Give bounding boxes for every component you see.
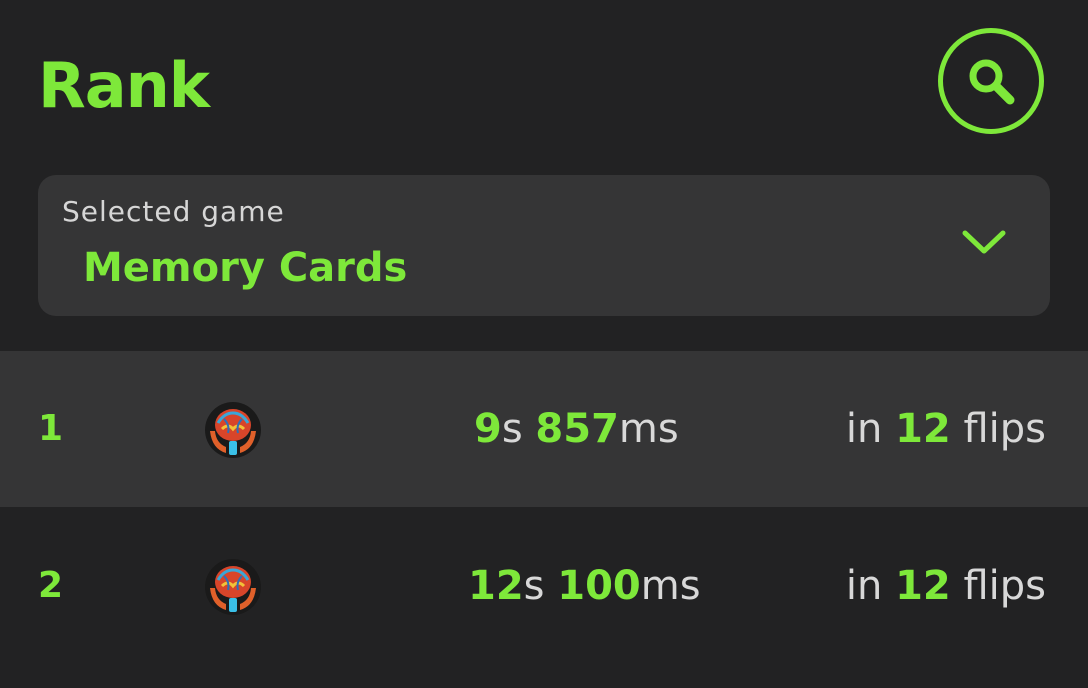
time-value: 12s 100ms bbox=[468, 508, 701, 664]
flips-prefix: in bbox=[845, 563, 883, 609]
selected-game-value: Memory Cards bbox=[83, 245, 408, 291]
game-selector[interactable]: Selected game Memory Cards bbox=[38, 175, 1050, 316]
brain-avatar-icon bbox=[205, 559, 261, 615]
rank-number: 2 bbox=[38, 565, 64, 606]
seconds-unit: s bbox=[501, 406, 523, 452]
seconds-value: 9 bbox=[474, 406, 502, 452]
leaderboard-row[interactable]: 2 12s 100ms in 12 flips bbox=[0, 508, 1088, 664]
flips-suffix: flips bbox=[963, 563, 1046, 609]
flips-count: in 12 flips bbox=[846, 508, 1046, 664]
search-icon bbox=[969, 59, 1015, 105]
flips-prefix: in bbox=[845, 406, 883, 452]
rank-number: 1 bbox=[38, 408, 64, 449]
page-title: Rank bbox=[38, 49, 210, 122]
time-value: 9s 857ms bbox=[474, 351, 679, 507]
flips-value: 12 bbox=[895, 563, 951, 609]
flips-value: 12 bbox=[895, 406, 951, 452]
selector-label: Selected game bbox=[62, 195, 285, 228]
rank-screen: Rank Selected game Memory Cards 1 9s 857… bbox=[0, 0, 1088, 688]
brain-avatar-icon bbox=[205, 402, 261, 458]
ms-value: 100 bbox=[557, 563, 641, 609]
leaderboard-row[interactable]: 1 9s 857ms in 12 flips bbox=[0, 351, 1088, 507]
search-button[interactable] bbox=[938, 28, 1044, 134]
seconds-unit: s bbox=[523, 563, 545, 609]
ms-unit: ms bbox=[618, 406, 679, 452]
flips-count: in 12 flips bbox=[846, 351, 1046, 507]
ms-unit: ms bbox=[640, 563, 701, 609]
flips-suffix: flips bbox=[963, 406, 1046, 452]
ms-value: 857 bbox=[535, 406, 619, 452]
chevron-down-icon[interactable] bbox=[960, 227, 1008, 257]
seconds-value: 12 bbox=[468, 563, 524, 609]
